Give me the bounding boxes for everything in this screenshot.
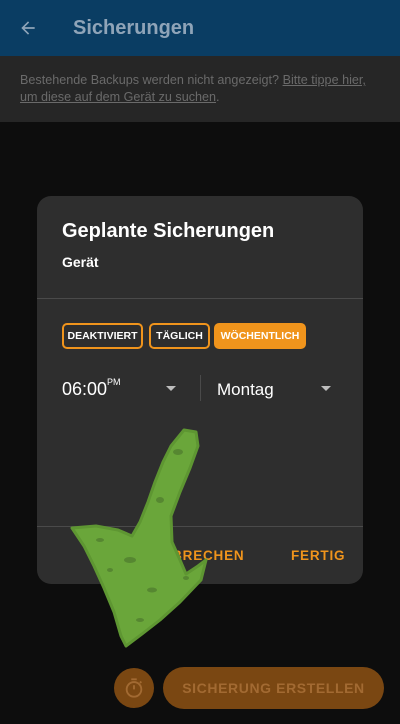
scheduled-backups-dialog: Geplante Sicherungen Gerät DEAKTIVIERT T… [37, 196, 363, 584]
chevron-down-icon [166, 386, 176, 391]
dialog-title: Geplante Sicherungen [62, 220, 275, 242]
segment-deaktiviert[interactable]: DEAKTIVIERT [62, 323, 143, 349]
done-button[interactable]: FERTIG [291, 548, 345, 563]
dialog-subtitle: Gerät [62, 254, 99, 270]
segment-woechentlich[interactable]: WÖCHENTLICH [214, 323, 306, 349]
time-dropdown[interactable]: 06:00PM [62, 377, 121, 400]
timer-icon [125, 678, 143, 698]
cancel-button[interactable]: ABBRECHEN [151, 548, 244, 563]
time-ampm: PM [107, 377, 121, 387]
weekday-dropdown[interactable]: Montag [217, 380, 274, 400]
vertical-divider [200, 375, 201, 401]
back-button[interactable] [0, 0, 56, 56]
create-backup-button[interactable]: SICHERUNG ERSTELLEN [163, 667, 384, 709]
chevron-down-icon [321, 386, 331, 391]
segment-taeglich[interactable]: TÄGLICH [149, 323, 210, 349]
app-bar: Sicherungen [0, 0, 400, 56]
time-value: 06:00 [62, 379, 108, 399]
divider [37, 526, 363, 527]
info-suffix: . [216, 90, 220, 104]
info-banner: Bestehende Backups werden nicht angezeig… [0, 56, 400, 122]
arrow-left-icon [21, 21, 35, 35]
schedule-timer-button[interactable] [114, 668, 154, 708]
page-title: Sicherungen [73, 16, 195, 39]
divider [37, 298, 363, 299]
info-text: Bestehende Backups werden nicht angezeig… [20, 73, 283, 87]
